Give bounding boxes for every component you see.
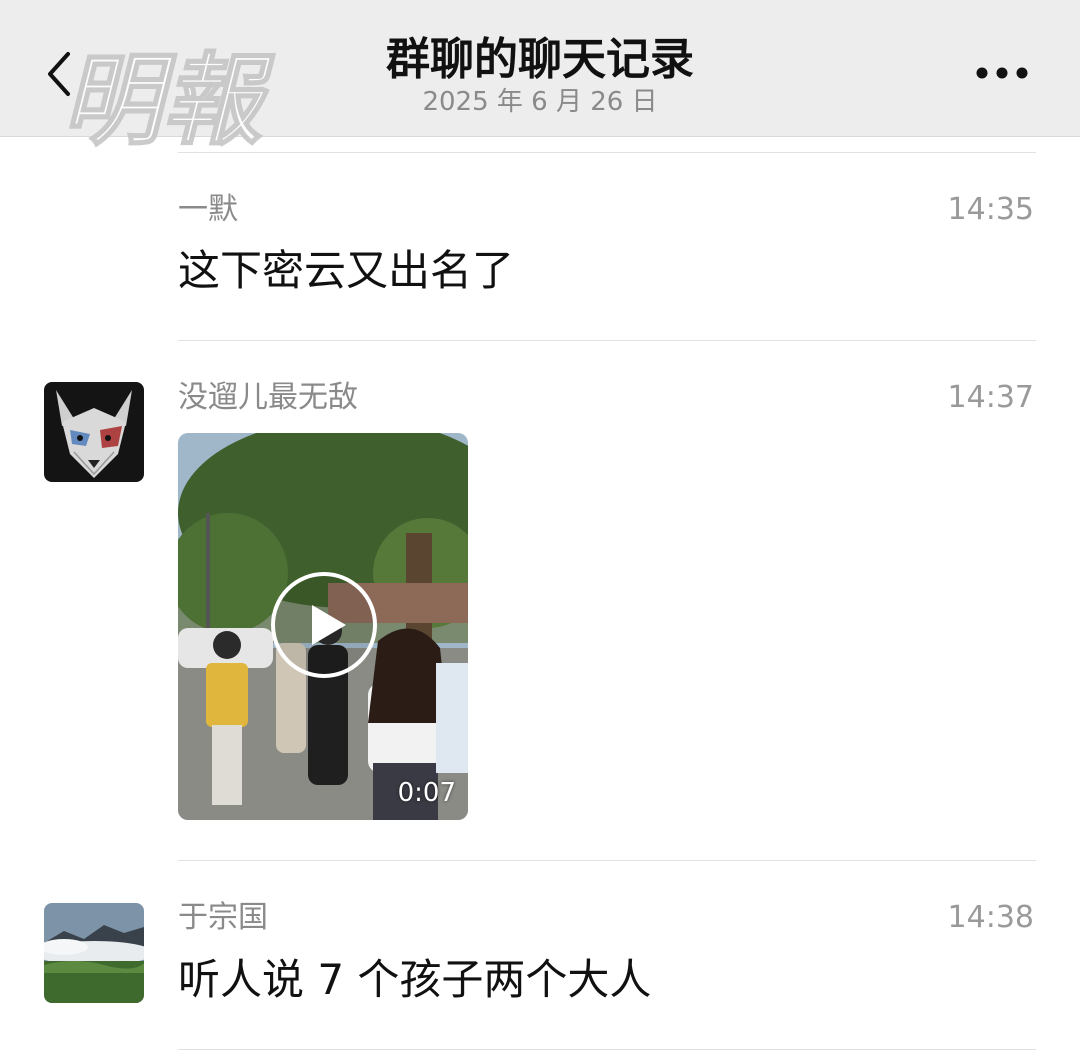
play-icon[interactable]: [270, 571, 378, 679]
message-time: 14:38: [947, 900, 1034, 935]
sender-name: 一默: [178, 192, 238, 227]
divider: [178, 860, 1036, 861]
ellipsis-icon: [976, 67, 1028, 79]
more-button[interactable]: [970, 58, 1034, 88]
message-text[interactable]: 听人说 7 个孩子两个大人: [178, 952, 651, 1008]
divider: [178, 340, 1036, 341]
video-duration: 0:07: [397, 778, 456, 808]
wolf-avatar[interactable]: [44, 382, 144, 482]
wolf-avatar-image: [44, 382, 144, 482]
mountain-avatar-image: [44, 903, 144, 1003]
video-message[interactable]: 0:07: [178, 433, 468, 820]
sender-name: 于宗国: [178, 900, 268, 935]
watermark-logo: 明報: [62, 40, 276, 160]
message-time: 14:35: [947, 192, 1034, 227]
message-time: 14:37: [947, 380, 1034, 415]
divider: [178, 152, 1036, 153]
sender-name: 没遛儿最无敌: [178, 380, 358, 415]
message-text[interactable]: 这下密云又出名了: [178, 243, 514, 299]
svg-text:明報: 明報: [62, 41, 275, 159]
divider: [178, 1049, 1036, 1050]
mountain-avatar[interactable]: [44, 903, 144, 1003]
